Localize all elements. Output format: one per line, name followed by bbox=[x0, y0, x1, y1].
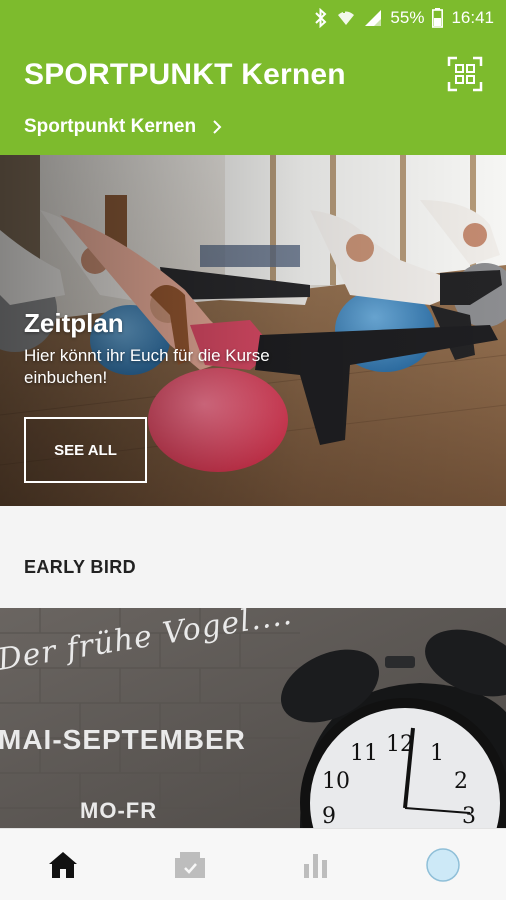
nav-profile[interactable] bbox=[403, 835, 483, 895]
qr-scan-icon bbox=[447, 56, 483, 92]
svg-text:2: 2 bbox=[454, 769, 468, 794]
signal-icon bbox=[364, 9, 382, 27]
svg-text:1: 1 bbox=[430, 741, 444, 766]
location-selector[interactable]: Sportpunkt Kernen bbox=[24, 116, 222, 138]
nav-bookings[interactable] bbox=[150, 835, 230, 895]
profile-icon bbox=[426, 847, 460, 882]
bottom-navigation bbox=[0, 828, 506, 900]
chevron-right-icon bbox=[213, 120, 222, 134]
svg-text:9: 9 bbox=[322, 804, 336, 828]
home-icon bbox=[49, 851, 78, 878]
bluetooth-icon bbox=[314, 8, 328, 28]
nav-stats[interactable] bbox=[276, 835, 356, 895]
app-header: SPORTPUNKT Kernen Sportpunkt Kernen bbox=[0, 36, 506, 155]
section-title: EARLY BIRD bbox=[24, 557, 137, 577]
see-all-button[interactable]: SEE ALL bbox=[24, 417, 147, 483]
status-bar: 55% 16:41 bbox=[0, 0, 506, 36]
booking-icon bbox=[174, 851, 205, 878]
battery-percentage: 55% bbox=[390, 8, 425, 27]
stats-icon bbox=[304, 853, 328, 878]
app-title: SPORTPUNKT Kernen bbox=[24, 58, 346, 91]
schedule-title: Zeitplan bbox=[24, 308, 124, 338]
promo-months-text: MAI-SEPTEMBER bbox=[0, 724, 246, 755]
qr-scan-button[interactable] bbox=[447, 56, 483, 92]
schedule-subtitle: Hier könnt ihr Euch für die Kurse einbuc… bbox=[24, 346, 270, 387]
wifi-icon bbox=[336, 9, 356, 27]
battery-icon bbox=[432, 8, 444, 28]
early-bird-banner[interactable]: 12 1 2 3 11 10 9 Der frühe Vogel.... MAI… bbox=[0, 608, 506, 828]
promo-days-text: MO-FR bbox=[80, 798, 158, 823]
clock-time: 16:41 bbox=[451, 8, 494, 27]
early-bird-section: EARLY BIRD bbox=[0, 506, 506, 608]
svg-text:3: 3 bbox=[462, 804, 476, 828]
nav-home[interactable] bbox=[23, 835, 103, 895]
svg-text:11: 11 bbox=[350, 741, 378, 766]
schedule-card[interactable]: Zeitplan Hier könnt ihr Euch für die Kur… bbox=[0, 155, 506, 506]
location-label: Sportpunkt Kernen bbox=[24, 116, 197, 137]
svg-text:10: 10 bbox=[322, 769, 350, 794]
